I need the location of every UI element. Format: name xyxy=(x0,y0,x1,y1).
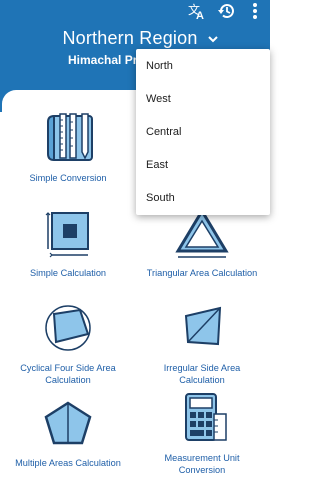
card-simple-calculation[interactable]: Simple Calculation xyxy=(2,205,134,279)
card-label: Simple Calculation xyxy=(29,268,107,278)
card-label: Triangular Area Calculation xyxy=(146,268,258,278)
card-simple-conversion[interactable]: Simple Conversion xyxy=(2,110,134,184)
irregular-quad-icon xyxy=(184,306,222,346)
region-title: Northern Region xyxy=(62,28,198,48)
pentagon-icon xyxy=(44,401,92,445)
square-icon xyxy=(45,212,89,258)
card-label: Cyclical Four Side Area Calculation xyxy=(20,363,116,385)
menu-item-west[interactable]: West xyxy=(136,83,270,116)
card-label: Multiple Areas Calculation xyxy=(15,458,121,468)
menu-item-central[interactable]: Central xyxy=(136,116,270,149)
card-label: Irregular Side Area Calculation xyxy=(163,363,241,385)
svg-text:A: A xyxy=(196,10,204,20)
card-triangular-area[interactable]: Triangular Area Calculation xyxy=(136,205,268,279)
menu-item-north[interactable]: North xyxy=(136,50,270,83)
card-label: Simple Conversion xyxy=(29,173,107,183)
card-cyclical-four-side[interactable]: Cyclical Four Side Area Calculation xyxy=(2,300,134,386)
subtitle: Himachal Pr xyxy=(68,53,138,67)
region-selector[interactable]: Northern Region xyxy=(0,28,270,49)
card-irregular-side[interactable]: Irregular Side Area Calculation xyxy=(136,300,268,386)
card-measurement-unit[interactable]: Measurement Unit Conversion xyxy=(136,390,268,476)
chevron-down-icon xyxy=(207,35,218,42)
region-dropdown-menu: North West Central East South xyxy=(136,49,270,215)
cyclic-quad-icon xyxy=(45,305,91,351)
card-label: Measurement Unit Conversion xyxy=(164,453,240,475)
more-vert-icon[interactable] xyxy=(246,0,264,22)
calculator-icon xyxy=(185,393,227,441)
menu-item-east[interactable]: East xyxy=(136,149,270,182)
card-multiple-areas[interactable]: Multiple Areas Calculation xyxy=(2,395,134,469)
history-icon[interactable] xyxy=(216,0,238,22)
menu-item-south[interactable]: South xyxy=(136,182,270,215)
translate-icon[interactable]: 文 A xyxy=(184,0,210,22)
rulers-icon xyxy=(47,113,93,162)
